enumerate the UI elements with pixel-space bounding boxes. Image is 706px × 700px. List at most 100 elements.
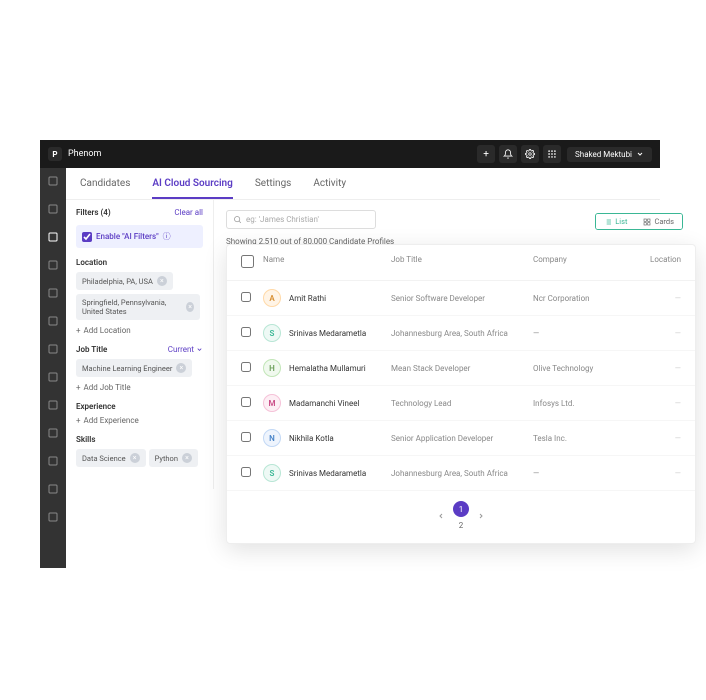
candidate-job: Mean Stack Developer <box>391 364 533 373</box>
chevron-down-icon <box>196 346 203 353</box>
ai-filters-toggle[interactable]: Enable "AI Filters" ⓘ <box>76 225 203 248</box>
rail-tune[interactable] <box>46 370 60 384</box>
info-icon[interactable]: ⓘ <box>163 231 171 242</box>
candidate-company: Olive Technology <box>533 364 623 373</box>
avatar: S <box>263 464 281 482</box>
candidate-company: — <box>533 329 623 338</box>
row-checkbox[interactable] <box>241 292 251 302</box>
chip-remove[interactable]: × <box>186 302 194 312</box>
candidate-name: Madamanchi Vineel <box>289 399 359 408</box>
candidate-location: — <box>623 469 681 478</box>
search-icon <box>233 215 242 224</box>
view-list-button[interactable]: List <box>596 214 635 229</box>
tab-ai-cloud-sourcing[interactable]: AI Cloud Sourcing <box>152 178 232 199</box>
ai-filters-label: Enable "AI Filters" <box>96 232 159 241</box>
table-row[interactable]: S Srinivas Medarametla Johannesburg Area, … <box>227 316 695 351</box>
table-row[interactable]: H Hemalatha Mullamuri Mean Stack Developer… <box>227 351 695 386</box>
tab-settings[interactable]: Settings <box>255 178 292 199</box>
avatar: H <box>263 359 281 377</box>
clear-all-link[interactable]: Clear all <box>174 208 203 217</box>
rail-group[interactable] <box>46 426 60 440</box>
pager-page[interactable]: 2 <box>453 517 469 533</box>
user-menu[interactable]: Shaked Mektubi <box>567 147 652 162</box>
experience-filter-label: Experience <box>76 402 203 411</box>
rail-list[interactable] <box>46 342 60 356</box>
rail-check[interactable] <box>46 510 60 524</box>
add-button[interactable]: + <box>477 145 495 163</box>
col-name: Name <box>263 255 391 270</box>
rail-shield[interactable] <box>46 454 60 468</box>
row-checkbox[interactable] <box>241 467 251 477</box>
avatar: S <box>263 324 281 342</box>
add-job-title-link[interactable]: +Add Job Title <box>76 383 203 392</box>
row-checkbox[interactable] <box>241 432 251 442</box>
chip-remove[interactable]: × <box>176 363 186 373</box>
candidate-job: Senior Software Developer <box>391 294 533 303</box>
candidate-company: — <box>533 469 623 478</box>
table-row[interactable]: AAmit RathiSenior Software DeveloperNcr … <box>227 281 695 316</box>
results-table: List Cards Name Job Title Company <box>226 244 696 544</box>
view-cards-button[interactable]: Cards <box>635 214 682 229</box>
location-chip: Philadelphia, PA, USA× <box>76 272 173 290</box>
chip-remove[interactable]: × <box>182 453 192 463</box>
candidate-job: Johannesburg Area, South Africa <box>391 469 533 478</box>
candidate-name: Amit Rathi <box>289 294 326 303</box>
tab-candidates[interactable]: Candidates <box>80 178 130 199</box>
grid-icon <box>643 218 651 226</box>
pager-next[interactable] <box>477 512 485 522</box>
rail-card[interactable] <box>46 258 60 272</box>
user-name: Shaked Mektubi <box>575 150 632 159</box>
settings-button[interactable] <box>521 145 539 163</box>
add-location-link[interactable]: +Add Location <box>76 326 203 335</box>
search-placeholder: eg: 'James Christian' <box>246 215 319 224</box>
row-checkbox[interactable] <box>241 362 251 372</box>
table-row[interactable]: SSrinivas MedarametlaJohannesburg Area, … <box>227 456 695 491</box>
location-chip: Springfield, Pennsylvania, United States… <box>76 294 200 320</box>
rail-cloud[interactable] <box>46 174 60 188</box>
candidate-company: Infosys Ltd. <box>533 399 623 408</box>
candidate-job: Johannesburg Area, South Africa <box>391 329 533 338</box>
pager-prev[interactable] <box>437 512 445 522</box>
col-location: Location <box>623 255 681 270</box>
candidate-name: Srinivas Medarametla <box>289 329 366 338</box>
avatar: N <box>263 429 281 447</box>
rail-calendar[interactable] <box>46 230 60 244</box>
apps-button[interactable] <box>543 145 561 163</box>
select-all-checkbox[interactable] <box>241 255 254 268</box>
ai-filters-checkbox[interactable] <box>82 232 92 242</box>
table-row[interactable]: N Nikhila Kotla Senior Application Develop… <box>227 421 695 456</box>
candidate-company: Ncr Corporation <box>533 294 623 303</box>
candidate-job: Technology Lead <box>391 399 533 408</box>
filters-title: Filters (4) <box>76 208 111 217</box>
row-checkbox[interactable] <box>241 327 251 337</box>
table-row[interactable]: MMadamanchi VineelTechnology LeadInfosys… <box>227 386 695 421</box>
rail-folder[interactable] <box>46 482 60 496</box>
candidate-location: — <box>623 364 681 373</box>
candidate-name: Hemalatha Mullamuri <box>289 364 366 373</box>
col-company: Company <box>533 255 623 270</box>
rail-chat[interactable] <box>46 398 60 412</box>
search-input[interactable]: eg: 'James Christian' <box>226 210 376 229</box>
tab-activity[interactable]: Activity <box>313 178 346 199</box>
location-filter-label: Location <box>76 258 203 267</box>
candidate-job: Senior Application Developer <box>391 434 533 443</box>
chevron-down-icon <box>636 150 644 158</box>
add-experience-link[interactable]: +Add Experience <box>76 416 203 425</box>
candidate-location: — <box>623 434 681 443</box>
row-checkbox[interactable] <box>241 397 251 407</box>
notifications-button[interactable] <box>499 145 517 163</box>
chip-remove[interactable]: × <box>157 276 167 286</box>
job-title-scope[interactable]: Current <box>168 345 203 354</box>
rail-user[interactable] <box>46 286 60 300</box>
candidate-name: Nikhila Kotla <box>289 434 334 443</box>
skills-filter-label: Skills <box>76 435 203 444</box>
rail-people[interactable] <box>46 202 60 216</box>
skill-chip: Data Science× <box>76 449 146 467</box>
job-title-filter-label: Job Title <box>76 345 107 354</box>
rail-briefcase[interactable] <box>46 314 60 328</box>
candidate-company: Tesla Inc. <box>533 434 623 443</box>
chip-remove[interactable]: × <box>130 453 140 463</box>
candidate-location: — <box>623 329 681 338</box>
pager-page[interactable]: 1 <box>453 501 469 517</box>
skill-chip: Python× <box>149 449 198 467</box>
